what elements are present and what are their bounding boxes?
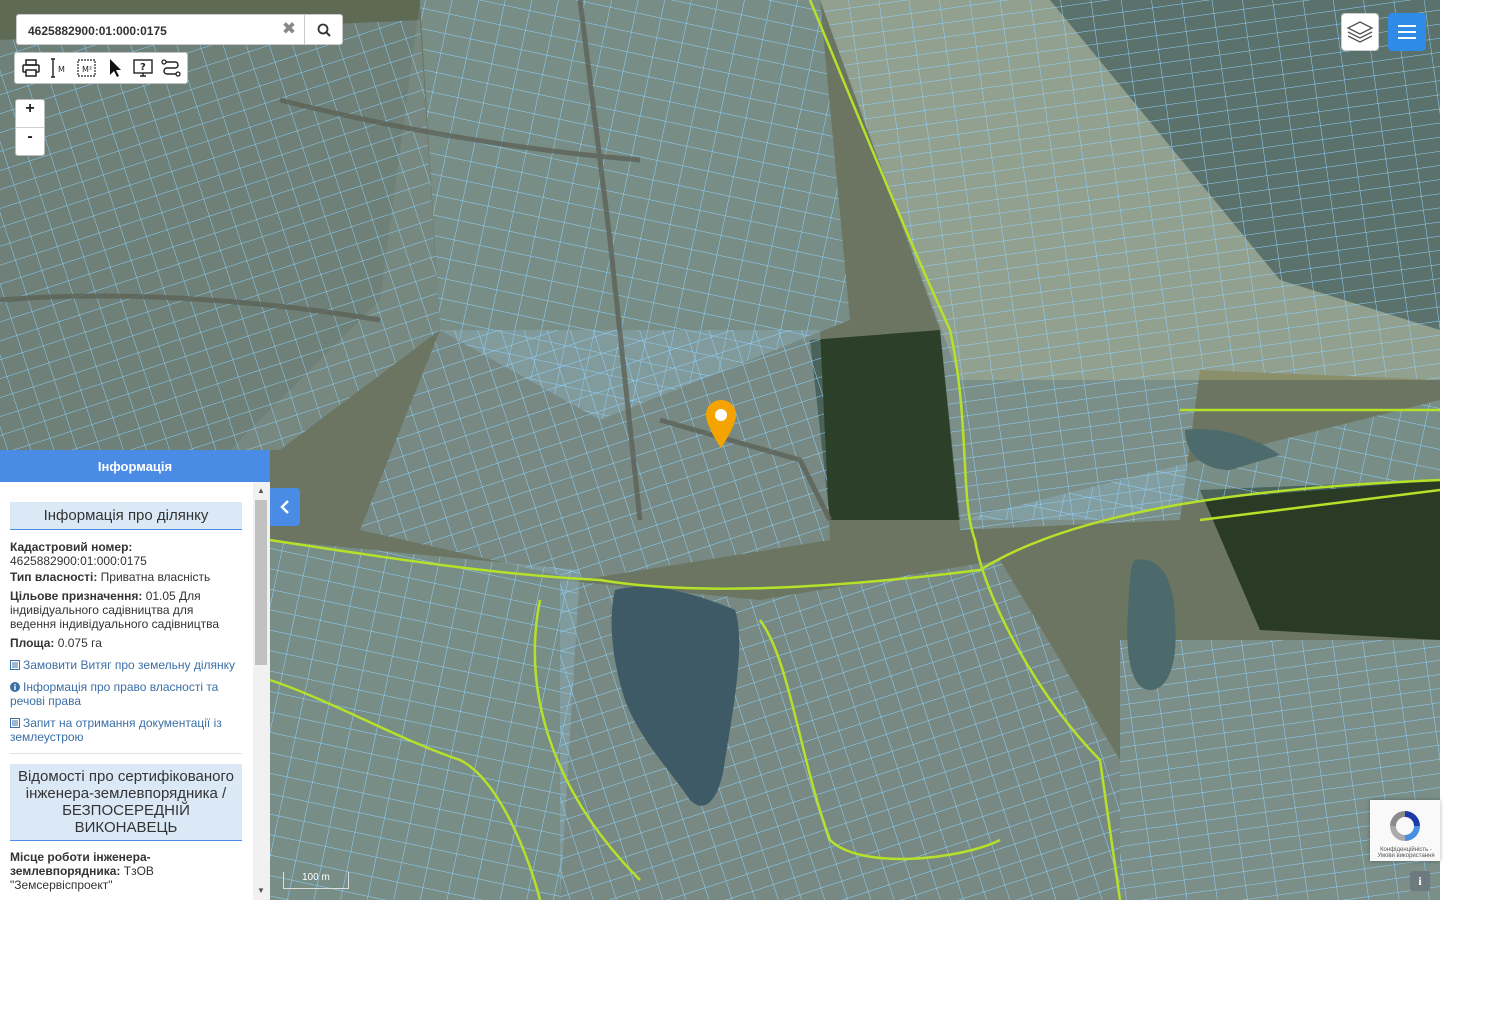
ownership-value: Приватна власність — [100, 570, 211, 584]
pointer-button[interactable] — [101, 54, 129, 82]
layers-icon — [1346, 21, 1374, 43]
attribution-info-button[interactable]: i — [1410, 871, 1430, 891]
pointer-icon — [110, 59, 121, 77]
ownership-rights-link[interactable]: Інформація про право власності та речові… — [10, 680, 242, 708]
parcel-info-title: Інформація про ділянку — [10, 502, 242, 530]
scale-bar: 100 m — [283, 872, 349, 889]
cadastral-label: Кадастровий номер: — [10, 540, 133, 554]
print-button[interactable] — [17, 54, 45, 82]
svg-text:?: ? — [140, 62, 146, 73]
area-label: Площа: — [10, 636, 55, 650]
measure-distance-button[interactable]: M — [45, 54, 73, 82]
zoom-control: + - — [15, 99, 45, 156]
document-list-icon — [10, 718, 20, 728]
area-value: 0.075 га — [57, 636, 102, 650]
recaptcha-text[interactable]: Конфіденційність - Умови використання — [1373, 847, 1439, 859]
search-icon — [317, 23, 331, 37]
order-extract-link[interactable]: Замовити Витяг про земельну ділянку — [10, 658, 242, 672]
measure-area-icon: M² — [77, 59, 96, 77]
info-circle-icon — [10, 682, 20, 692]
measure-distance-icon: M — [51, 58, 65, 78]
divider — [10, 753, 242, 754]
clear-icon[interactable]: ✖ — [279, 19, 299, 39]
chevron-left-icon — [280, 500, 289, 514]
search-input[interactable] — [17, 15, 285, 46]
recaptcha-badge[interactable]: Конфіденційність - Умови використання — [1370, 800, 1440, 861]
measure-area-button[interactable]: M² — [73, 54, 101, 82]
workplace-row: Місце роботи інженера-землевпорядника: Т… — [10, 850, 242, 892]
ownership-label: Тип власності: — [10, 570, 98, 584]
info-panel-header: Інформація — [0, 450, 270, 482]
hamburger-menu-icon — [1398, 25, 1416, 39]
info-screen-button[interactable]: ? — [129, 54, 157, 82]
menu-button[interactable] — [1388, 13, 1426, 51]
info-screen-icon: ? — [133, 59, 153, 77]
recaptcha-icon — [1390, 811, 1420, 841]
location-marker-icon[interactable] — [705, 399, 737, 449]
scroll-up-arrow-icon[interactable]: ▲ — [256, 486, 266, 496]
cadastral-number-row: Кадастровий номер: 4625882900:01:000:017… — [10, 540, 242, 568]
scroll-down-arrow-icon[interactable]: ▼ — [256, 886, 266, 896]
layers-button[interactable] — [1341, 13, 1379, 51]
area-row: Площа: 0.075 га — [10, 636, 242, 650]
svg-text:M: M — [58, 65, 65, 74]
scale-label: 100 m — [302, 872, 330, 883]
zoom-in-button[interactable]: + — [16, 100, 44, 127]
ownership-row: Тип власності: Приватна власність — [10, 570, 242, 584]
route-button[interactable] — [157, 54, 185, 82]
print-icon — [22, 59, 40, 77]
cadastral-value: 4625882900:01:000:0175 — [10, 554, 147, 568]
documentation-request-link[interactable]: Запит на отримання документації із земле… — [10, 716, 242, 744]
engineer-info-title: Відомості про сертифікованого інженера-з… — [10, 764, 242, 841]
svg-text:M²: M² — [82, 65, 92, 74]
info-panel-body: Інформація про ділянку Кадастровий номер… — [0, 482, 252, 900]
document-list-icon — [10, 660, 20, 670]
map-toolbar: M M² ? — [14, 52, 188, 84]
search-box: ✖ — [16, 14, 343, 46]
collapse-panel-button[interactable] — [270, 488, 300, 526]
route-icon — [161, 59, 181, 77]
zoom-out-button[interactable]: - — [16, 127, 44, 155]
panel-scrollbar-thumb[interactable] — [255, 500, 267, 665]
purpose-label: Цільове призначення: — [10, 589, 143, 603]
purpose-row: Цільове призначення: 01.05 Для індивідуа… — [10, 589, 242, 631]
search-button[interactable] — [304, 15, 342, 44]
info-panel: Інформація Інформація про ділянку Кадаст… — [0, 450, 270, 900]
